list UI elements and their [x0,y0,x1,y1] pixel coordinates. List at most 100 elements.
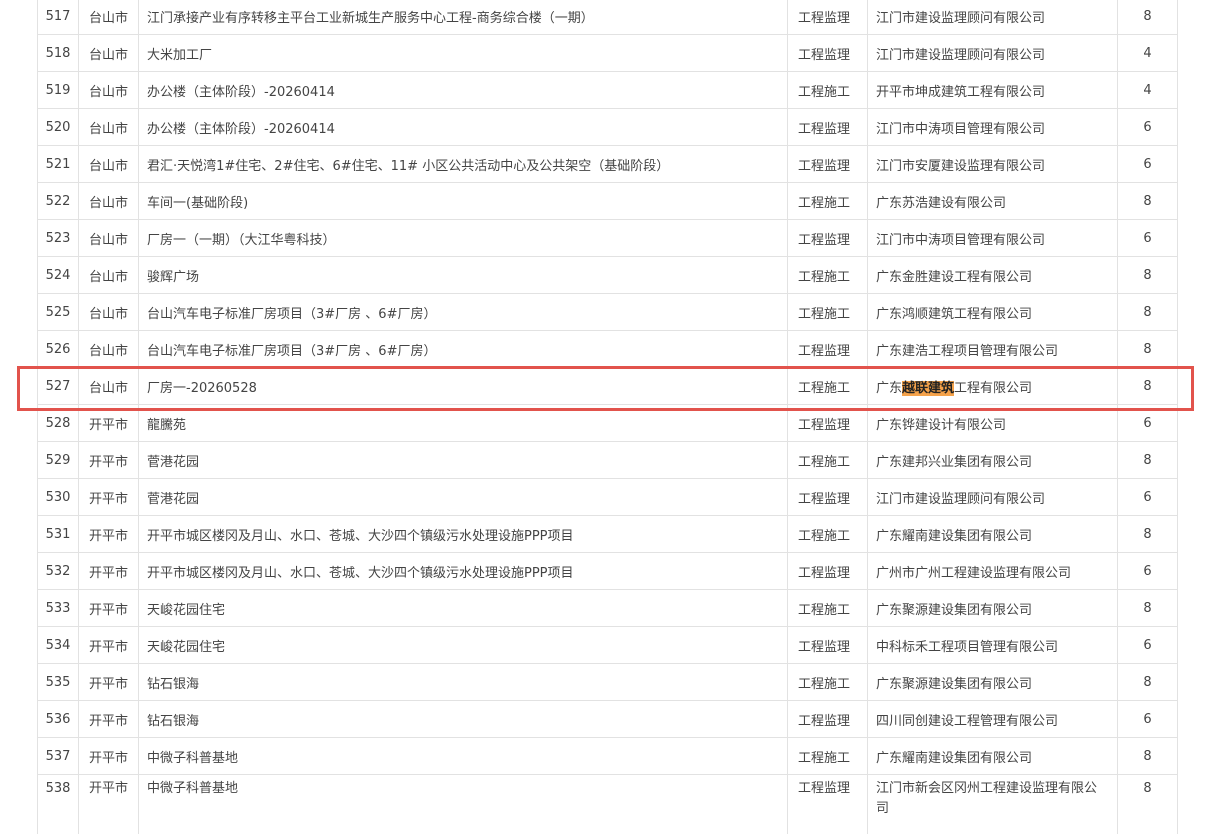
table-row: 538 开平市 中微子科普基地 工程监理 江门市新会区冈州工程建设监理有限公司 … [37,774,1178,834]
row-company: 江门市新会区冈州工程建设监理有限公司 [867,774,1118,834]
row-category: 工程监理 [787,108,868,146]
table-row: 537 开平市 中微子科普基地 工程施工 广东耀南建设集团有限公司 8 [37,737,1178,775]
row-company: 四川同创建设工程管理有限公司 [867,700,1118,738]
company-name-suffix: 工程有限公司 [954,380,1033,396]
row-number: 536 [37,700,79,738]
row-project-name: 菅港花园 [138,478,788,516]
table-row: 519 台山市 办公楼（主体阶段）-20260414 工程施工 开平市坤成建筑工… [37,71,1178,109]
row-score: 8 [1117,515,1178,553]
row-city: 台山市 [78,71,139,109]
row-city: 开平市 [78,663,139,701]
row-category: 工程施工 [787,71,868,109]
row-city: 台山市 [78,256,139,294]
row-project-name: 开平市城区楼冈及月山、水口、苍城、大沙四个镇级污水处理设施PPP项目 [138,515,788,553]
table-row: 535 开平市 钻石银海 工程施工 广东聚源建设集团有限公司 8 [37,663,1178,701]
row-city: 台山市 [78,182,139,220]
row-score: 6 [1117,219,1178,257]
row-category: 工程监理 [787,145,868,183]
table-row: 529 开平市 菅港花园 工程施工 广东建邦兴业集团有限公司 8 [37,441,1178,479]
row-number: 528 [37,404,79,442]
row-number: 535 [37,663,79,701]
row-company: 广东铧建设计有限公司 [867,404,1118,442]
row-city: 台山市 [78,145,139,183]
row-city: 开平市 [78,700,139,738]
table-row: 534 开平市 天峻花园住宅 工程监理 中科标禾工程项目管理有限公司 6 [37,626,1178,664]
row-project-name: 菅港花园 [138,441,788,479]
row-score: 8 [1117,663,1178,701]
company-name-prefix: 广东 [876,380,903,396]
row-number: 534 [37,626,79,664]
row-city: 开平市 [78,478,139,516]
row-number: 530 [37,478,79,516]
row-score: 8 [1117,589,1178,627]
row-company: 广东金胜建设工程有限公司 [867,256,1118,294]
row-city: 开平市 [78,441,139,479]
row-category: 工程监理 [787,330,868,368]
row-company: 广东耀南建设集团有限公司 [867,737,1118,775]
row-score: 8 [1117,182,1178,220]
row-company: 广州市广州工程建设监理有限公司 [867,552,1118,590]
row-number: 525 [37,293,79,331]
row-number: 522 [37,182,79,220]
row-score: 4 [1117,71,1178,109]
row-category: 工程施工 [787,293,868,331]
row-number: 521 [37,145,79,183]
row-city: 开平市 [78,552,139,590]
row-company: 广东建邦兴业集团有限公司 [867,441,1118,479]
row-score: 6 [1117,108,1178,146]
row-category: 工程监理 [787,34,868,72]
row-project-name: 车间一(基础阶段) [138,182,788,220]
row-company: 江门市建设监理顾问有限公司 [867,478,1118,516]
row-company: 广东鸿顺建筑工程有限公司 [867,293,1118,331]
row-score: 8 [1117,737,1178,775]
row-company: 江门市安厦建设监理有限公司 [867,145,1118,183]
row-project-name: 厂房一（一期）（大江华粤科技） [138,219,788,257]
table-row: 525 台山市 台山汽车电子标准厂房项目（3#厂房 、6#厂房） 工程施工 广东… [37,293,1178,331]
table-row: 522 台山市 车间一(基础阶段) 工程施工 广东苏浩建设有限公司 8 [37,182,1178,220]
row-number: 517 [37,0,79,35]
row-number: 526 [37,330,79,368]
row-category: 工程施工 [787,589,868,627]
row-project-name: 天峻花园住宅 [138,626,788,664]
row-number: 527 [37,367,79,405]
row-category: 工程监理 [787,0,868,35]
row-project-name: 厂房一-20260528 [138,367,788,405]
row-number: 519 [37,71,79,109]
table-row: 533 开平市 天峻花园住宅 工程施工 广东聚源建设集团有限公司 8 [37,589,1178,627]
row-city: 开平市 [78,589,139,627]
row-city: 开平市 [78,626,139,664]
row-project-name: 大米加工厂 [138,34,788,72]
row-city: 开平市 [78,515,139,553]
row-number: 529 [37,441,79,479]
row-number: 523 [37,219,79,257]
row-number: 537 [37,737,79,775]
row-project-name: 钻石银海 [138,700,788,738]
row-city: 台山市 [78,330,139,368]
row-city: 台山市 [78,34,139,72]
row-category: 工程施工 [787,182,868,220]
results-table-container: 517 台山市 江门承接产业有序转移主平台工业新城生产服务中心工程-商务综合楼（… [37,0,1178,834]
row-number: 518 [37,34,79,72]
row-number: 531 [37,515,79,553]
row-number: 524 [37,256,79,294]
row-project-name: 天峻花园住宅 [138,589,788,627]
row-city: 台山市 [78,108,139,146]
table-row: 532 开平市 开平市城区楼冈及月山、水口、苍城、大沙四个镇级污水处理设施PPP… [37,552,1178,590]
row-project-name: 中微子科普基地 [138,737,788,775]
table-row: 536 开平市 钻石银海 工程监理 四川同创建设工程管理有限公司 6 [37,700,1178,738]
row-company: 江门市中涛项目管理有限公司 [867,108,1118,146]
row-category: 工程施工 [787,663,868,701]
row-number: 520 [37,108,79,146]
row-project-name: 开平市城区楼冈及月山、水口、苍城、大沙四个镇级污水处理设施PPP项目 [138,552,788,590]
row-project-name: 钻石银海 [138,663,788,701]
row-company: 广东耀南建设集团有限公司 [867,515,1118,553]
row-project-name: 办公楼（主体阶段）-20260414 [138,71,788,109]
row-score: 6 [1117,404,1178,442]
row-city: 开平市 [78,737,139,775]
row-category: 工程监理 [787,404,868,442]
table-row: 521 台山市 君汇·天悦湾1#住宅、2#住宅、6#住宅、11# 小区公共活动中… [37,145,1178,183]
row-score: 8 [1117,330,1178,368]
row-company: 广东苏浩建设有限公司 [867,182,1118,220]
row-score: 4 [1117,34,1178,72]
row-project-name: 中微子科普基地 [138,774,788,834]
